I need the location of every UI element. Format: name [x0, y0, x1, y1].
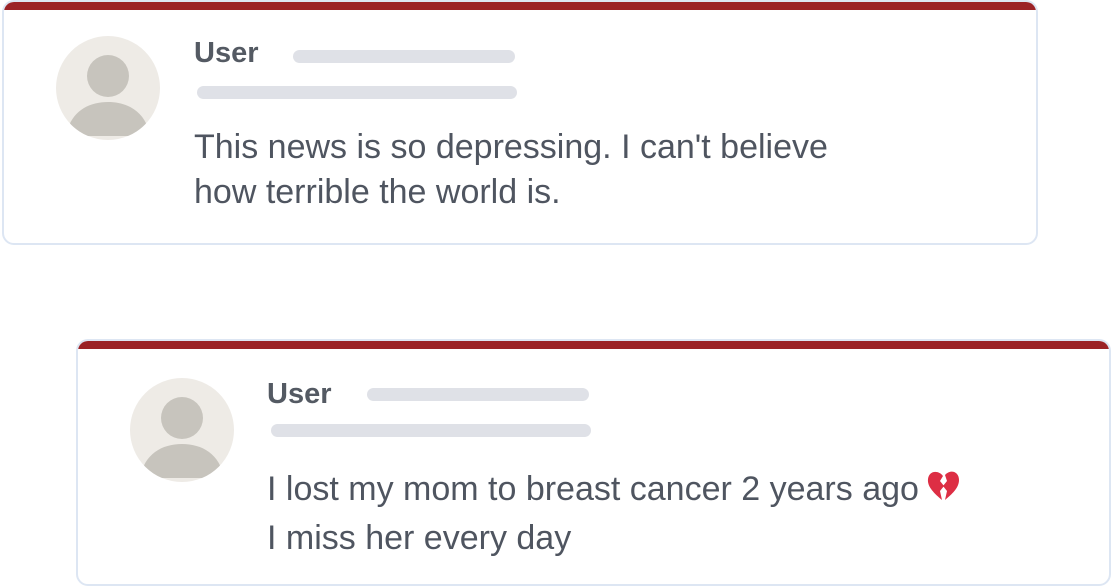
comment-line: how terrible the world is.	[194, 173, 561, 211]
comment-text: I lost my mom to breast cancer 2 years a…	[267, 467, 961, 561]
comment-card: User This news is so depressing. I can't…	[2, 0, 1038, 245]
skeleton-line	[271, 424, 591, 437]
comment-card: User I lost my mom to breast cancer 2 ye…	[76, 339, 1111, 586]
skeleton-line	[293, 50, 515, 63]
comment-line: I miss her every day	[267, 519, 572, 557]
skeleton-line	[367, 388, 589, 401]
comment-text: This news is so depressing. I can't beli…	[194, 125, 828, 215]
avatar	[130, 378, 234, 482]
card-accent-bar	[4, 2, 1036, 10]
comment-line: This news is so depressing. I can't beli…	[194, 128, 828, 166]
card-accent-bar	[78, 341, 1109, 349]
username: User	[267, 378, 332, 410]
default-user-icon	[66, 55, 150, 136]
username: User	[194, 37, 259, 69]
default-user-icon	[140, 397, 224, 478]
comment-line-text: I lost my mom to breast cancer 2 years a…	[267, 470, 919, 508]
skeleton-line	[197, 86, 517, 99]
broken-heart-icon	[925, 468, 961, 516]
comment-line: I lost my mom to breast cancer 2 years a…	[267, 467, 961, 516]
avatar	[56, 36, 160, 140]
